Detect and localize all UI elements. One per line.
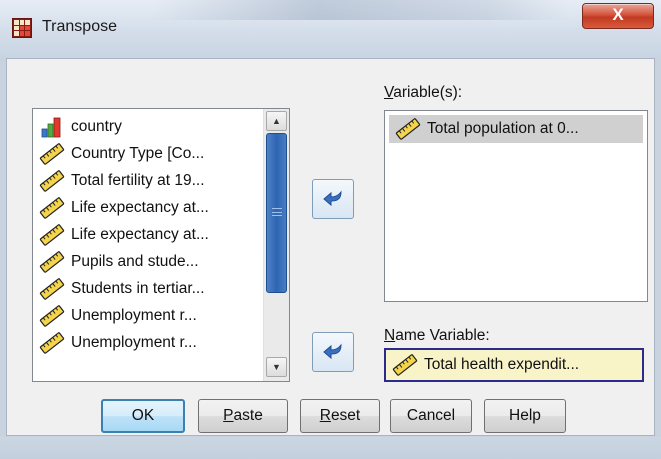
list-item-label: Country Type [Co... bbox=[71, 144, 205, 162]
scale-ruler-icon bbox=[392, 354, 418, 376]
title-bar: Transpose X bbox=[0, 0, 661, 58]
list-item-label: Unemployment r... bbox=[71, 306, 197, 324]
scale-ruler-icon bbox=[39, 304, 65, 327]
name-variable-label: Name Variable: bbox=[384, 327, 490, 344]
name-variable-field[interactable]: Total health expendit... bbox=[384, 348, 644, 382]
list-item-label: country bbox=[71, 117, 122, 135]
scale-ruler-icon bbox=[39, 196, 65, 219]
list-item[interactable]: Students in tertiar... bbox=[33, 275, 265, 302]
list-item[interactable]: Unemployment r... bbox=[33, 329, 265, 356]
list-item[interactable]: Country Type [Co... bbox=[33, 140, 265, 167]
list-item-label: Total population at 0... bbox=[427, 120, 579, 137]
variables-label: Variable(s): bbox=[384, 84, 463, 101]
list-item[interactable]: Life expectancy at... bbox=[33, 221, 265, 248]
list-item[interactable]: Total fertility at 19... bbox=[33, 167, 265, 194]
scroll-down-arrow-icon[interactable]: ▼ bbox=[266, 357, 287, 377]
list-item[interactable]: Pupils and stude... bbox=[33, 248, 265, 275]
scale-ruler-icon bbox=[39, 277, 65, 300]
list-item-label: Unemployment r... bbox=[71, 333, 197, 351]
transpose-app-icon bbox=[12, 18, 32, 38]
ok-button[interactable]: OK bbox=[101, 399, 185, 433]
scroll-up-arrow-icon[interactable]: ▲ bbox=[266, 111, 287, 131]
list-item-label: Students in tertiar... bbox=[71, 279, 205, 297]
list-item-label: Life expectancy at... bbox=[71, 225, 209, 243]
list-item-label: Pupils and stude... bbox=[71, 252, 199, 270]
list-item-label: Total fertility at 19... bbox=[71, 171, 205, 189]
list-item[interactable]: Total population at 0... bbox=[389, 115, 643, 143]
arrow-left-icon bbox=[323, 343, 342, 360]
list-item[interactable]: country bbox=[33, 113, 265, 140]
name-variable-value: Total health expendit... bbox=[424, 356, 580, 373]
list-item[interactable]: Unemployment r... bbox=[33, 302, 265, 329]
variables-list[interactable]: Total population at 0... bbox=[384, 110, 648, 302]
window-bottom-frame bbox=[0, 437, 661, 459]
window-title: Transpose bbox=[42, 18, 117, 35]
cancel-button[interactable]: Cancel bbox=[390, 399, 472, 433]
scale-ruler-icon bbox=[39, 142, 65, 165]
scale-ruler-icon bbox=[39, 250, 65, 273]
vertical-scrollbar[interactable]: ▲ ▼ bbox=[263, 109, 289, 381]
scrollbar-thumb[interactable] bbox=[266, 133, 287, 293]
scale-ruler-icon bbox=[39, 169, 65, 192]
nominal-bar-chart-icon bbox=[39, 116, 65, 138]
move-to-name-variable-button[interactable] bbox=[312, 332, 354, 372]
list-item-label: Life expectancy at... bbox=[71, 198, 209, 216]
scale-ruler-icon bbox=[39, 331, 65, 354]
title-bar-background bbox=[150, 0, 570, 20]
list-item[interactable]: Life expectancy at... bbox=[33, 194, 265, 221]
scale-ruler-icon bbox=[395, 118, 421, 140]
source-variable-list[interactable]: country Country Type [Co... Total fertil… bbox=[32, 108, 290, 382]
move-to-variables-button[interactable] bbox=[312, 179, 354, 219]
close-button[interactable]: X bbox=[582, 3, 654, 29]
reset-button[interactable]: Reset bbox=[300, 399, 380, 433]
arrow-left-icon bbox=[323, 190, 342, 207]
scale-ruler-icon bbox=[39, 223, 65, 246]
help-button[interactable]: Help bbox=[484, 399, 566, 433]
paste-button[interactable]: Paste bbox=[198, 399, 288, 433]
